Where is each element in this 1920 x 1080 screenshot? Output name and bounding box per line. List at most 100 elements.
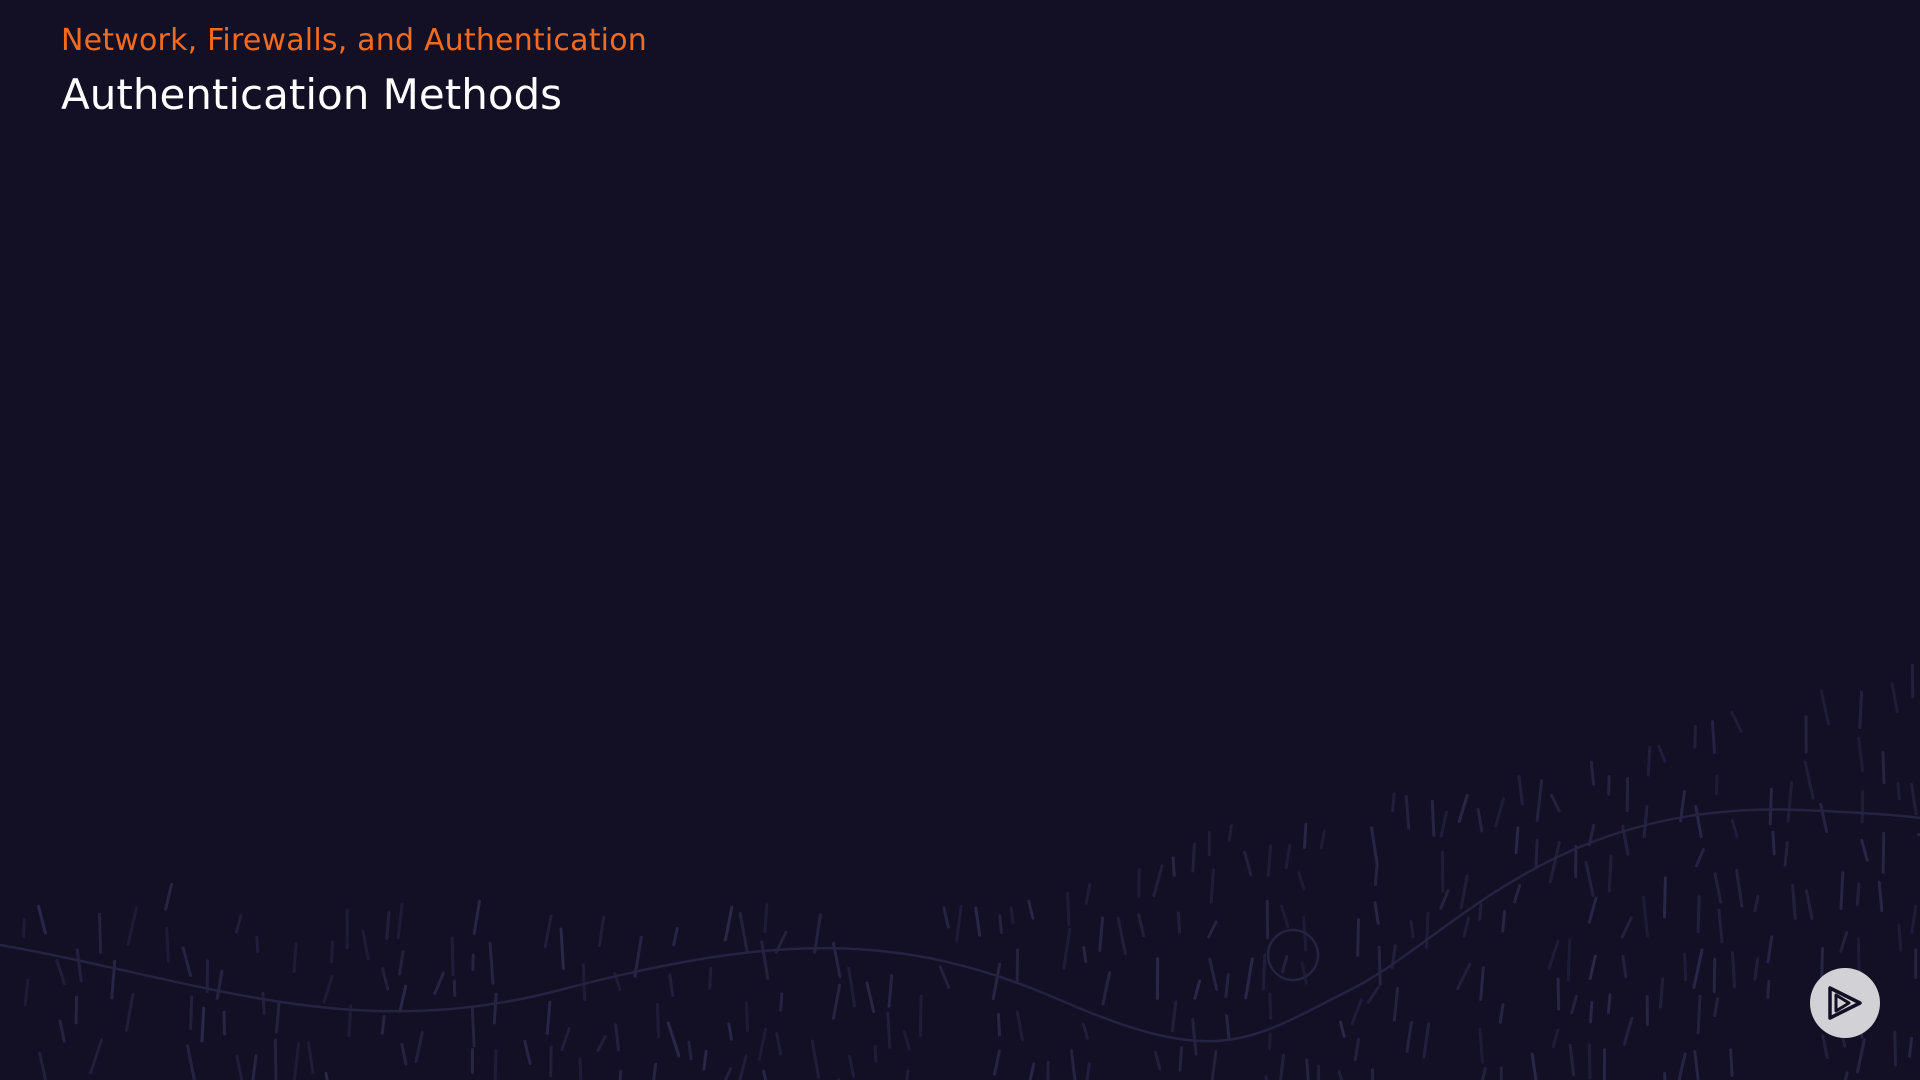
decorative-dash bbox=[559, 927, 565, 970]
decorative-dash bbox=[492, 992, 498, 1025]
decorative-dash bbox=[55, 959, 66, 986]
decorative-dash bbox=[1584, 860, 1595, 898]
decorative-dash bbox=[398, 950, 405, 976]
decorative-dash bbox=[1478, 1027, 1485, 1064]
decorative-dash bbox=[687, 1040, 693, 1061]
decorative-dash bbox=[1243, 850, 1253, 877]
decorative-dash bbox=[37, 904, 47, 935]
decorative-dash bbox=[165, 927, 170, 963]
decorative-dash bbox=[1881, 831, 1886, 874]
decorative-dash bbox=[1693, 1050, 1700, 1080]
decorative-dash bbox=[1696, 994, 1702, 1035]
decorative-dash bbox=[1066, 891, 1071, 927]
decorative-dash bbox=[1783, 841, 1789, 867]
decorative-dash bbox=[1804, 889, 1814, 921]
decorative-dash bbox=[1856, 1038, 1866, 1074]
play-logo-icon bbox=[1828, 986, 1862, 1020]
decorative-dash bbox=[1713, 997, 1719, 1018]
decorative-dash bbox=[614, 1023, 620, 1052]
decorative-dash bbox=[1857, 736, 1865, 773]
decorative-dash bbox=[905, 1069, 910, 1080]
decorative-dash bbox=[1587, 1043, 1592, 1080]
decorative-dash bbox=[1101, 971, 1112, 1006]
play-logo-button[interactable] bbox=[1810, 968, 1880, 1038]
decorative-dash bbox=[1430, 799, 1436, 837]
decorative-dash bbox=[1062, 927, 1072, 970]
decorative-dash bbox=[993, 1049, 1001, 1076]
decorative-dash bbox=[1843, 1071, 1849, 1080]
decorative-dash bbox=[763, 903, 769, 933]
decorative-dash bbox=[1657, 745, 1667, 763]
decorative-dash bbox=[1208, 957, 1219, 991]
decorative-dash bbox=[1607, 774, 1611, 796]
decorative-dash bbox=[275, 1000, 281, 1034]
decorative-dash bbox=[1457, 793, 1469, 823]
decorative-dash bbox=[1766, 979, 1771, 999]
decorative-dash bbox=[1791, 883, 1797, 920]
decorative-dash bbox=[1367, 985, 1380, 1004]
decorative-dash bbox=[1730, 819, 1739, 838]
decorative-dash bbox=[452, 979, 457, 997]
decorative-dash bbox=[1391, 792, 1396, 813]
decorative-dash bbox=[1300, 961, 1308, 985]
decorative-dash bbox=[1839, 931, 1849, 953]
decorative-dash bbox=[1766, 935, 1774, 964]
decorative-dash bbox=[1662, 876, 1667, 919]
decorative-dash bbox=[1641, 895, 1649, 938]
decorative-dash bbox=[1356, 918, 1360, 957]
decorative-dash bbox=[1392, 986, 1400, 1022]
decorative-dash bbox=[1893, 1030, 1897, 1067]
decorative-dash bbox=[1735, 868, 1744, 908]
decorative-dash bbox=[1209, 868, 1215, 904]
decorative-dash bbox=[235, 1054, 244, 1080]
decorative-dash bbox=[181, 946, 192, 977]
decorative-dash bbox=[381, 967, 390, 991]
decorative-dash bbox=[1897, 923, 1903, 952]
decorative-dash bbox=[668, 973, 675, 997]
decorative-dash bbox=[1178, 1046, 1183, 1072]
decorative-dash bbox=[472, 899, 481, 935]
decorative-dash bbox=[865, 981, 876, 1013]
decorative-dash bbox=[1370, 826, 1379, 865]
decorative-dash bbox=[1819, 802, 1829, 834]
decorative-dash bbox=[775, 1032, 783, 1056]
decorative-dash bbox=[215, 969, 224, 1001]
decorative-dash bbox=[1191, 842, 1196, 873]
decorative-dash bbox=[1337, 1069, 1344, 1080]
decorative-dash bbox=[744, 1001, 749, 1032]
decorative-dash bbox=[58, 1019, 66, 1043]
decorative-dash bbox=[22, 918, 26, 939]
decorative-dash bbox=[918, 994, 923, 1037]
decorative-dash bbox=[470, 1005, 476, 1048]
decorative-dash bbox=[1695, 848, 1705, 868]
decorative-dash bbox=[1425, 911, 1430, 949]
decorative-dash bbox=[1881, 750, 1886, 785]
decorative-dash bbox=[847, 966, 856, 1008]
decorative-dash bbox=[1622, 1016, 1634, 1046]
decorative-dash bbox=[1621, 954, 1628, 978]
decorative-dash bbox=[251, 1054, 258, 1080]
decorative-dash bbox=[189, 995, 194, 1030]
decorative-dash bbox=[1606, 993, 1612, 1014]
decorative-dash bbox=[1268, 1032, 1272, 1051]
decorative-dash bbox=[1210, 1049, 1218, 1080]
decorative-dash bbox=[581, 963, 587, 1002]
decorative-dash bbox=[813, 913, 822, 954]
decorative-dash bbox=[810, 1039, 821, 1079]
decorative-dash bbox=[292, 1042, 301, 1080]
decorative-dash bbox=[1530, 1052, 1538, 1080]
decorative-dash bbox=[1646, 745, 1652, 777]
decorative-dash bbox=[1713, 872, 1723, 904]
decorative-dash bbox=[1084, 883, 1092, 905]
decorative-dash bbox=[164, 882, 174, 911]
decorative-dash bbox=[1456, 962, 1472, 991]
decorative-dash bbox=[1439, 810, 1448, 838]
decorative-dash bbox=[1568, 1043, 1576, 1077]
decorative-dash bbox=[1098, 916, 1105, 952]
decorative-dash bbox=[186, 1044, 196, 1080]
decorative-dash bbox=[1693, 724, 1697, 749]
decorative-dash bbox=[1771, 830, 1776, 856]
decorative-dash bbox=[1371, 1068, 1375, 1080]
decorative-dash bbox=[1481, 1067, 1487, 1080]
decorative-dash bbox=[738, 1054, 748, 1080]
